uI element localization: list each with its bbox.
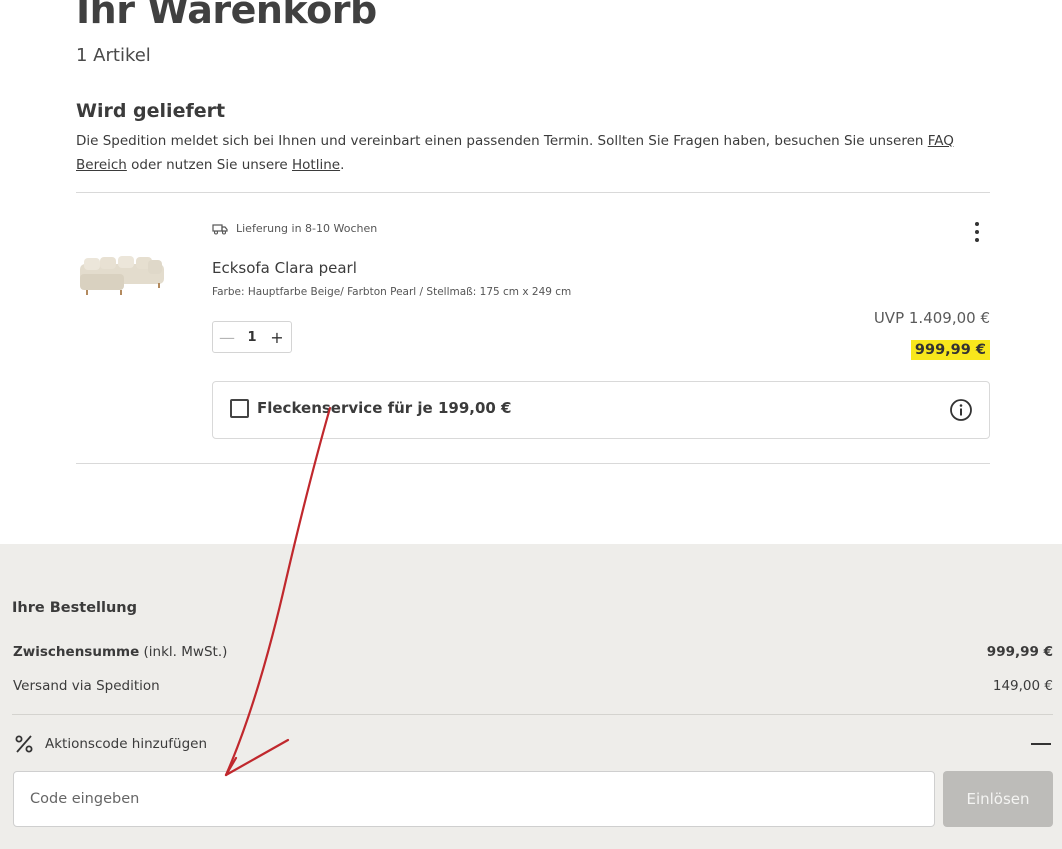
info-icon[interactable] — [949, 398, 973, 422]
quantity-decrease-button[interactable]: — — [217, 325, 237, 349]
subtotal-value: 999,99 € — [986, 644, 1053, 660]
stain-service-label[interactable]: Fleckenservice für je 199,00 € — [257, 399, 512, 417]
shipping-value: 149,00 € — [992, 678, 1053, 694]
product-image-sofa[interactable] — [78, 250, 166, 300]
truck-icon — [212, 223, 228, 235]
product-name[interactable]: Ecksofa Clara pearl — [212, 259, 357, 277]
delivery-time: Lieferung in 8-10 Wochen — [212, 222, 377, 235]
divider — [12, 714, 1053, 715]
order-summary-panel: Ihre Bestellung Zwischensumme (inkl. MwS… — [0, 544, 1062, 849]
page-title: Ihr Warenkorb — [76, 0, 377, 32]
subtotal-note: (inkl. MwSt.) — [139, 644, 228, 660]
kebab-dot — [975, 222, 979, 226]
quantity-stepper: — 1 + — [212, 321, 292, 353]
delivery-time-label: Lieferung in 8-10 Wochen — [236, 222, 378, 235]
quantity-value[interactable]: 1 — [247, 330, 256, 345]
divider — [76, 463, 990, 464]
uvp-price: UVP 1.409,00 € — [873, 309, 990, 327]
stain-service-option[interactable]: Fleckenservice für je 199,00 € — [212, 381, 990, 439]
kebab-dot — [975, 230, 979, 234]
delivery-text-part: oder nutzen Sie unsere — [126, 157, 292, 173]
percent-icon — [15, 735, 33, 753]
kebab-dot — [975, 238, 979, 242]
collapse-minus-icon[interactable] — [1031, 743, 1051, 745]
shipping-row: Versand via Spedition 149,00 € — [13, 678, 1053, 694]
delivery-heading: Wird geliefert — [76, 100, 226, 122]
delivery-info-text: Die Spedition meldet sich bei Ihnen und … — [76, 129, 976, 177]
more-options-icon[interactable] — [966, 218, 988, 246]
promo-code-label: Aktionscode hinzufügen — [45, 736, 208, 752]
hotline-link[interactable]: Hotline — [292, 157, 340, 173]
product-attributes: Farbe: Hauptfarbe Beige/ Farbton Pearl /… — [212, 286, 572, 298]
promo-code-input[interactable] — [13, 771, 935, 827]
divider — [76, 192, 990, 193]
quantity-increase-button[interactable]: + — [267, 325, 287, 349]
article-count: 1 Artikel — [76, 45, 151, 66]
subtotal-row: Zwischensumme (inkl. MwSt.) 999,99 € — [13, 644, 1053, 660]
delivery-text-part: Die Spedition meldet sich bei Ihnen und … — [76, 133, 928, 149]
redeem-button[interactable]: Einlösen — [943, 771, 1053, 827]
shipping-label: Versand via Spedition — [13, 678, 160, 694]
delivery-text-part: . — [340, 157, 345, 173]
sale-price: 999,99 € — [910, 340, 990, 360]
stain-service-checkbox[interactable] — [230, 399, 249, 418]
subtotal-label-group: Zwischensumme (inkl. MwSt.) — [13, 644, 227, 660]
promo-code-toggle[interactable]: Aktionscode hinzufügen — [13, 731, 1053, 757]
subtotal-label: Zwischensumme — [13, 644, 140, 660]
order-summary-heading: Ihre Bestellung — [12, 600, 137, 616]
